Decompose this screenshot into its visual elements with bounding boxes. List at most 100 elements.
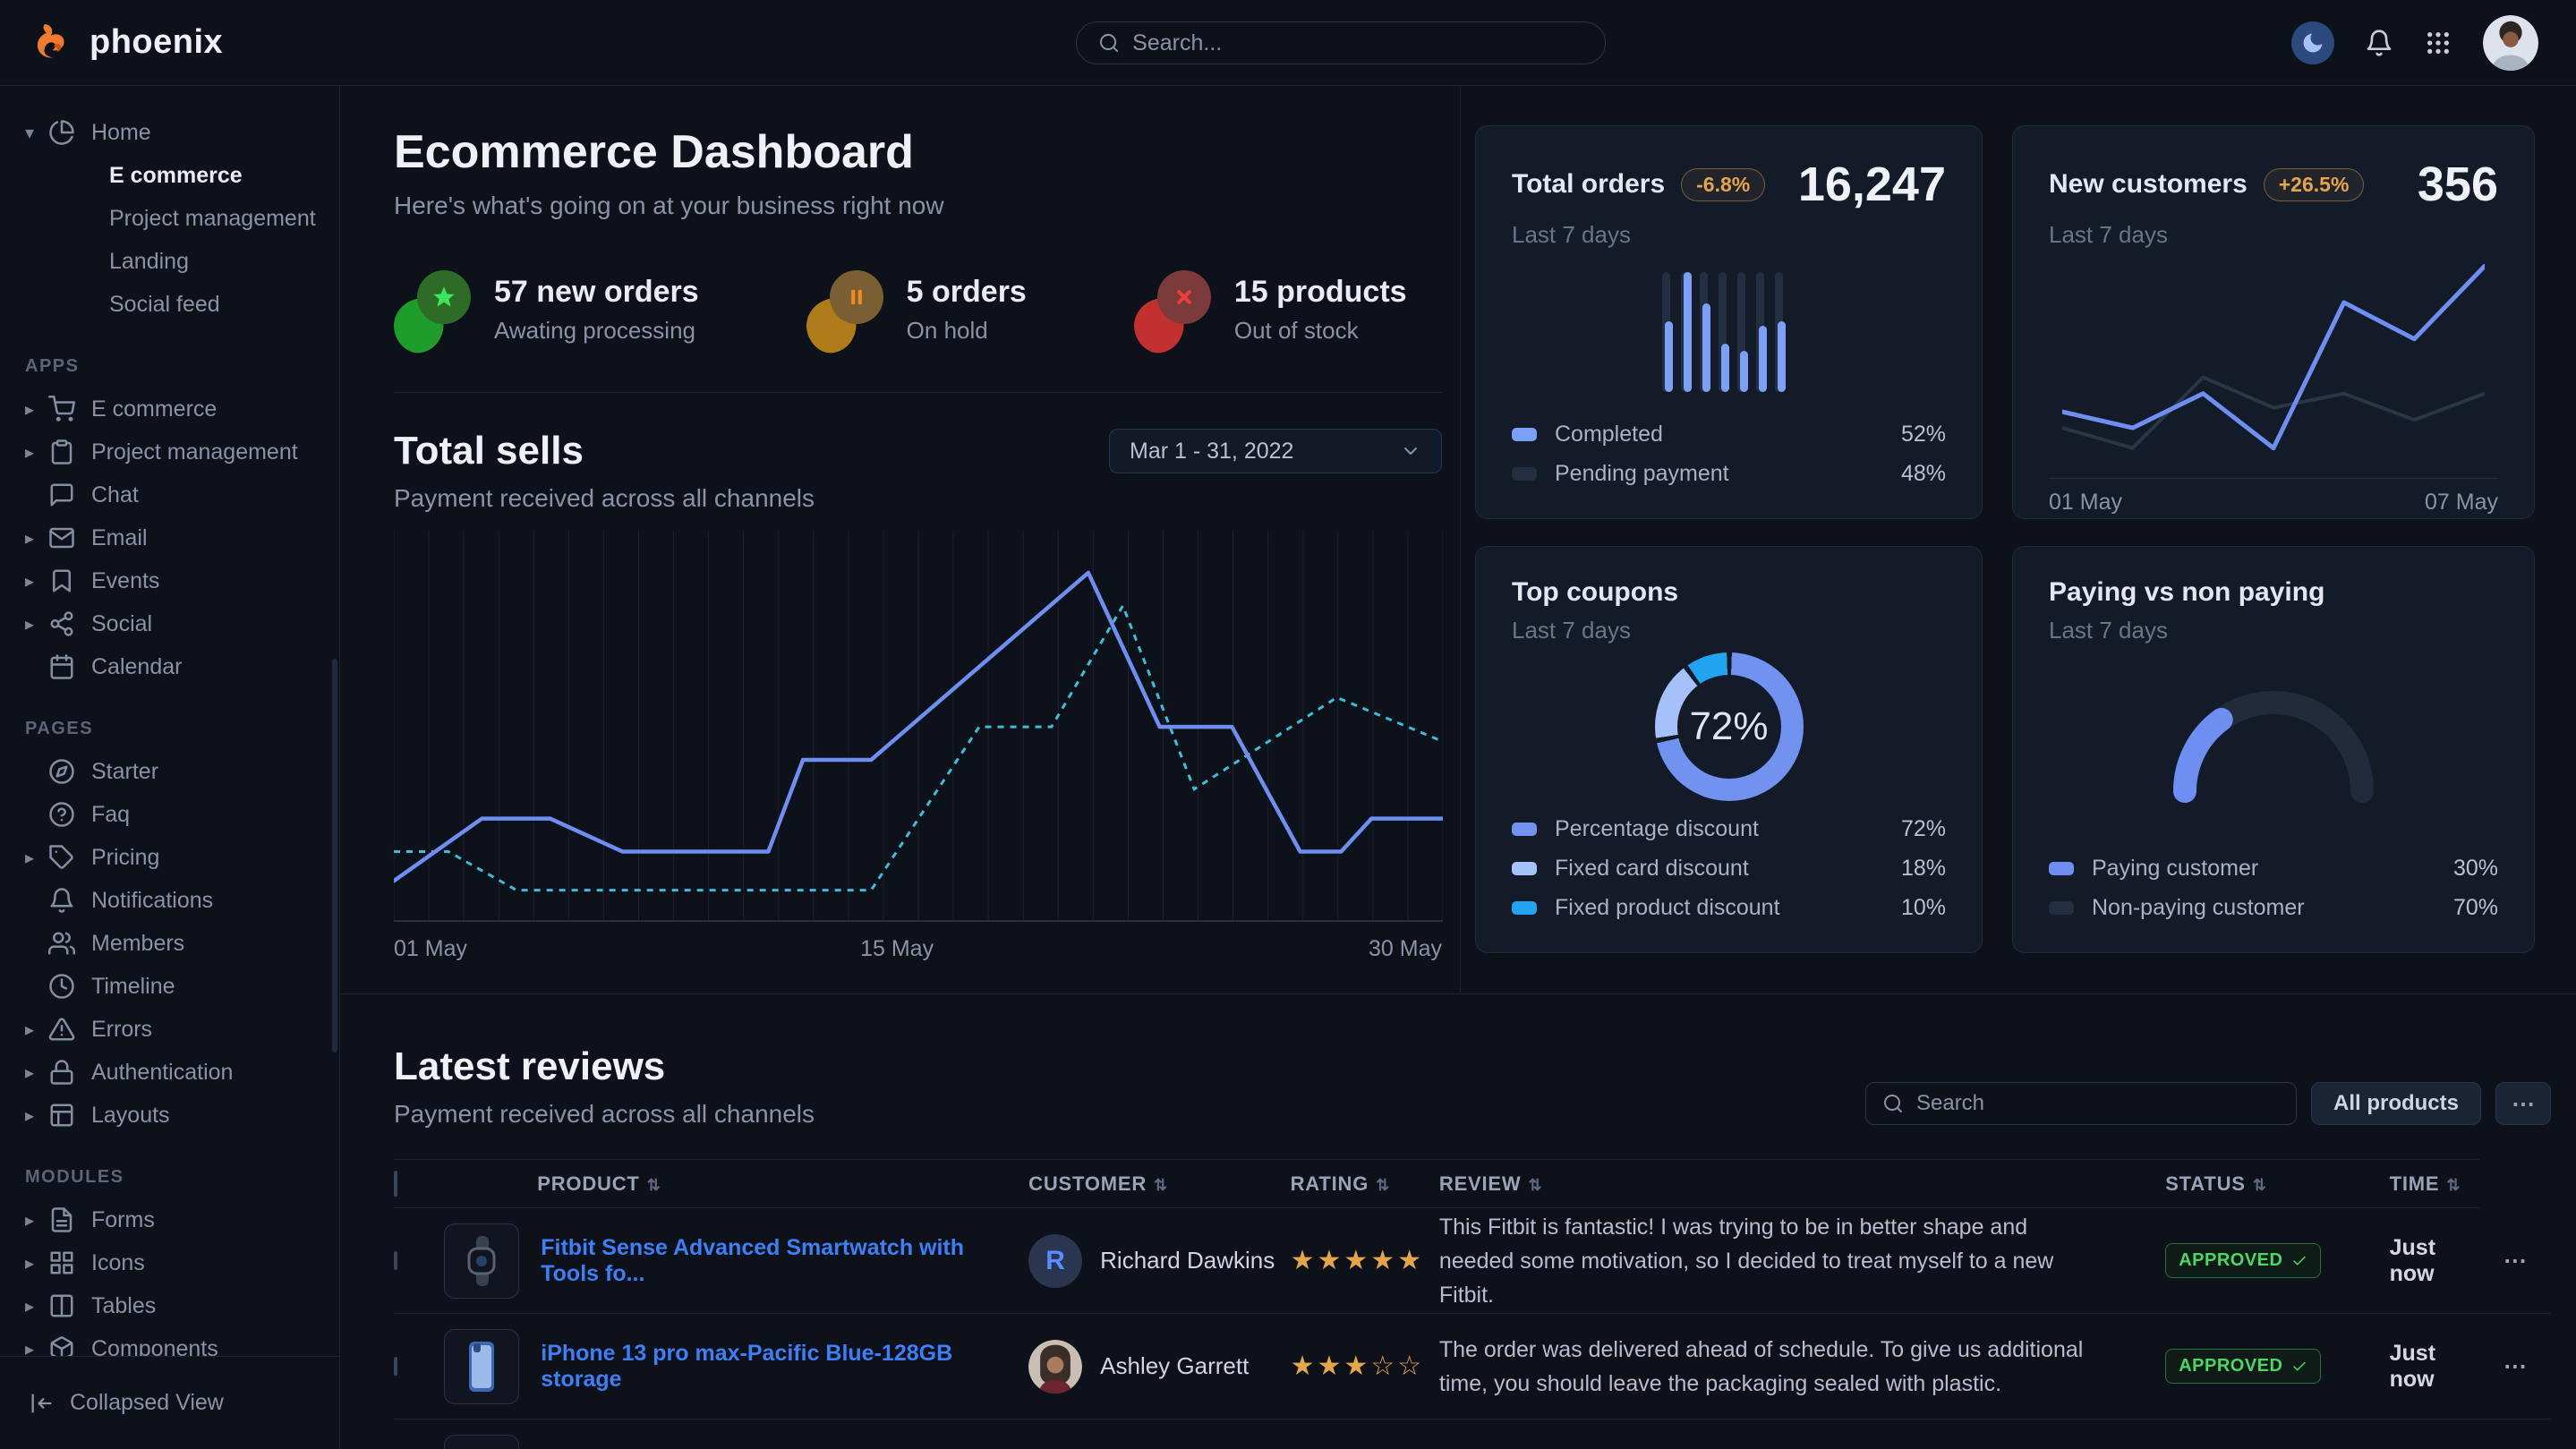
all-products-button[interactable]: All products [2311,1082,2481,1125]
sidebar-item-forms[interactable]: ▸ Forms [0,1198,339,1241]
paying-card: Paying vs non paying Last 7 days Paying … [2012,546,2535,953]
row-checkbox[interactable] [394,1251,397,1270]
caret-right-icon: ▸ [25,1104,48,1127]
sidebar-item-tables[interactable]: ▸ Tables [0,1284,339,1327]
column-header-product[interactable]: PRODUCT⇅ [537,1160,1018,1208]
sidebar-item-label: Timeline [91,974,175,1000]
sidebar-item-chat[interactable]: Chat [0,473,339,516]
sidebar-item-home[interactable]: ▾ Home [0,111,339,154]
customer-name: Ashley Garrett [1100,1352,1249,1380]
stat-value: 15 products [1234,275,1407,310]
global-search-input[interactable] [1132,30,1583,56]
sidebar-item-calendar[interactable]: Calendar [0,645,339,688]
sidebar-item-layouts[interactable]: ▸ Layouts [0,1094,339,1137]
reviews-search[interactable] [1865,1082,2297,1125]
chat-icon [48,482,75,508]
user-avatar[interactable] [2483,15,2538,71]
main-content: Ecommerce Dashboard Here's what's going … [340,86,2576,1449]
notifications-button[interactable] [2365,29,2393,57]
caret-right-icon: ▸ [25,570,48,592]
sidebar-item-pricing[interactable]: ▸ Pricing [0,836,339,879]
row-select-cell [394,1314,444,1419]
phoenix-flame-icon [30,20,77,66]
sidebar-item-members[interactable]: Members [0,922,339,965]
date-range-select[interactable]: Mar 1 - 31, 2022 [1109,429,1442,473]
legend-row: Percentage discount 72% [1512,809,1946,848]
select-all-cell [394,1160,444,1208]
reviews-search-input[interactable] [1916,1091,2280,1116]
sidebar-subitem-project-management[interactable]: Project management [0,197,339,240]
product-thumbnail[interactable] [444,1435,519,1449]
legend-swatch [1512,428,1537,441]
sidebar-item-project-management[interactable]: ▸ Project management [0,430,339,473]
sidebar-item-timeline[interactable]: Timeline [0,965,339,1008]
apps-menu-button[interactable] [2424,29,2452,57]
product-thumbnail[interactable] [444,1223,519,1299]
column-header-review[interactable]: REVIEW⇅ [1421,1160,2138,1208]
sort-icon[interactable]: ⇅ [2446,1176,2461,1194]
row-more-button[interactable]: ⋯ [2479,1314,2551,1419]
collapse-view-button[interactable]: Collapsed View [0,1356,339,1449]
page-subtitle: Here's what's going on at your business … [394,192,1442,220]
sidebar-item-label: Faq [91,802,130,828]
sidebar-item-errors[interactable]: ▸ Errors [0,1008,339,1051]
product-link[interactable]: iPhone 13 pro max-Pacific Blue-128GB sto… [541,1341,952,1392]
global-search[interactable] [1076,21,1606,64]
chevron-down-icon [1400,440,1421,462]
legend-row: Fixed product discount 10% [1512,888,1946,927]
sort-icon[interactable]: ⇅ [1528,1176,1542,1194]
sidebar-item-authentication[interactable]: ▸ Authentication [0,1051,339,1094]
grid-9-icon [2424,29,2452,57]
card-title: Paying vs non paying [2049,577,2324,608]
sort-icon[interactable]: ⇅ [2253,1176,2267,1194]
sidebar-subitem-landing[interactable]: Landing [0,240,339,283]
sort-icon[interactable]: ⇅ [647,1176,661,1194]
row-checkbox[interactable] [394,1357,397,1376]
column-header-customer[interactable]: CUSTOMER⇅ [1018,1160,1277,1208]
sidebar-item-starter[interactable]: Starter [0,750,339,793]
sidebar-item-faq[interactable]: Faq [0,793,339,836]
x-icon [1157,270,1211,324]
sort-icon[interactable]: ⇅ [1154,1176,1168,1194]
legend-value: 18% [1901,856,1946,882]
brand-logo[interactable]: phoenix [0,20,223,66]
stat-sublabel: Awating processing [494,317,699,345]
sidebar-item-icons[interactable]: ▸ Icons [0,1241,339,1284]
row-select-cell [394,1208,444,1314]
review-text: The order was delivered ahead of schedul… [1439,1333,2138,1401]
row-more-button[interactable]: ⋯ [2479,1208,2551,1314]
sidebar-item-social[interactable]: ▸ Social [0,602,339,645]
nav-section-label: MODULES [0,1137,339,1198]
sidebar-item-notifications[interactable]: Notifications [0,879,339,922]
product-link[interactable]: Fitbit Sense Advanced Smartwatch with To… [541,1235,964,1286]
paying-gauge-chart [2049,644,2498,848]
legend-swatch [1512,823,1537,836]
sidebar-item-events[interactable]: ▸ Events [0,559,339,602]
more-options-button[interactable]: ⋯ [2495,1082,2551,1125]
customer-avatar: R [1028,1234,1082,1288]
sort-icon[interactable]: ⇅ [1376,1176,1390,1194]
pie-chart-icon [48,119,75,146]
search-icon [1882,1093,1904,1114]
column-header-rating[interactable]: RATING⇅ [1278,1160,1421,1208]
sidebar-item-label: Pricing [91,845,159,871]
sidebar-item-label: Notifications [91,888,213,914]
theme-toggle-button[interactable] [2291,21,2334,64]
legend-value: 10% [1901,895,1946,921]
rating-stars: ★★★★★ [1291,1246,1424,1275]
donut-center-value: 72% [1677,675,1781,779]
column-header-status[interactable]: STATUS⇅ [2138,1160,2362,1208]
select-all-checkbox[interactable] [394,1171,397,1197]
sidebar-subitem-e-commerce[interactable]: E commerce [0,154,339,197]
sidebar-item-components[interactable]: ▸ Components [0,1327,339,1356]
sidebar-item-email[interactable]: ▸ Email [0,516,339,559]
column-header-time[interactable]: TIME⇅ [2363,1160,2479,1208]
sidebar-subitem-label: Social feed [109,292,220,318]
collapse-view-label: Collapsed View [70,1390,224,1416]
sidebar-item-e-commerce[interactable]: ▸ E commerce [0,388,339,430]
search-icon [1098,31,1120,55]
stat-value: 5 orders [907,275,1027,310]
sidebar-scrollbar[interactable] [332,659,337,1053]
sidebar-subitem-social-feed[interactable]: Social feed [0,283,339,326]
product-thumbnail[interactable] [444,1329,519,1404]
